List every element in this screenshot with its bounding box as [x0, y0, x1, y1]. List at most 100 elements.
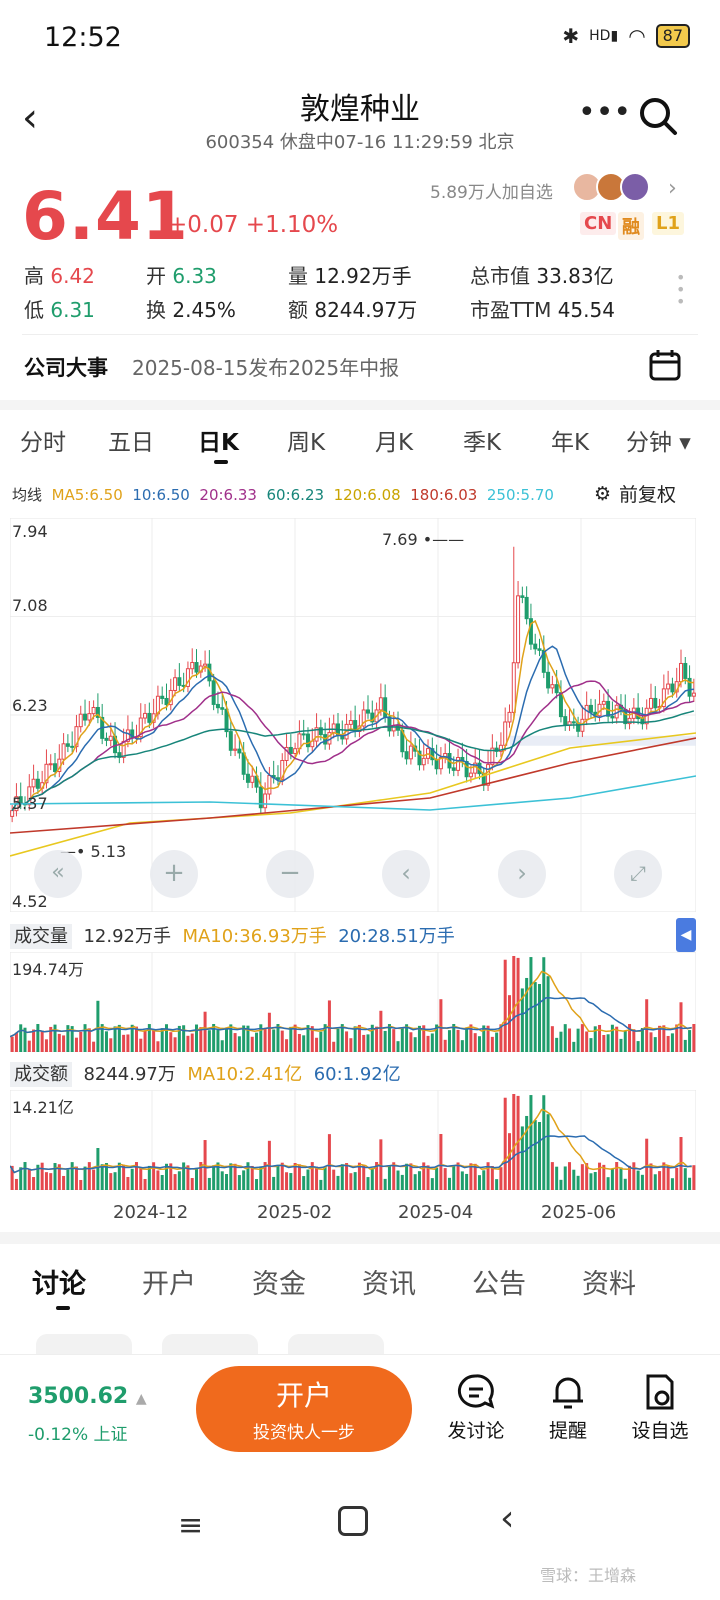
alert-button[interactable]: 提醒 [528, 1372, 608, 1443]
volume-bar [525, 1115, 529, 1190]
candle [160, 695, 165, 699]
index-change[interactable]: -0.12% 上证 [28, 1420, 128, 1445]
back-nav-icon[interactable]: ‹ [500, 1498, 514, 1539]
volume-bar [62, 1035, 66, 1052]
stat-volume: 量 12.92万手 [288, 264, 412, 288]
volume-bar [477, 1036, 481, 1052]
volume-bar [593, 1172, 597, 1190]
tab-profile[interactable]: 资料 [582, 1262, 636, 1301]
volume-bar [160, 1175, 164, 1190]
volume-legend[interactable]: 成交量 12.92万手 MA10:36.93万手 20:28.51万手 [10, 922, 455, 949]
candle [263, 793, 268, 809]
expand-stats-icon[interactable]: • • • [676, 270, 685, 310]
calendar-icon[interactable] [648, 348, 682, 386]
tab-daily[interactable]: 日K [198, 423, 239, 457]
rewind-button[interactable]: « [34, 850, 82, 898]
ma-line-10 [11, 645, 694, 812]
volume-bar [276, 1164, 280, 1190]
candle [194, 662, 199, 673]
add-watchlist-button[interactable]: 设自选 [620, 1372, 700, 1443]
volume-chart[interactable] [10, 952, 696, 1052]
volume-bar [14, 1178, 18, 1190]
volume-bar [688, 1177, 692, 1190]
tab-funds[interactable]: 资金 [252, 1262, 306, 1301]
ma-legend[interactable]: 均线 MA5:6.50 10:6.50 20:6.33 60:6.23 120:… [12, 484, 554, 505]
tag-cn[interactable]: CN [580, 212, 617, 235]
open-account-button[interactable]: 开户 投资快人一步 [196, 1366, 412, 1452]
zoom-out-button[interactable]: − [266, 850, 314, 898]
volume-bar [533, 982, 537, 1052]
volume-bar [113, 1172, 117, 1190]
volume-bar [259, 1167, 263, 1190]
candle [288, 746, 293, 754]
candle [53, 763, 58, 772]
volume-bar [152, 1029, 156, 1052]
chevron-right-icon[interactable]: › [668, 176, 677, 201]
amount-legend[interactable]: 成交额 8244.97万 MA10:2.41亿 60:1.92亿 [10, 1060, 401, 1087]
tab-monthly[interactable]: 月K [375, 423, 413, 457]
volume-bar [610, 1024, 614, 1052]
volume-ma20 [10, 1135, 692, 1174]
index-value[interactable]: 3500.62 ▲ [28, 1384, 147, 1409]
avatar [620, 172, 650, 202]
menu-icon[interactable]: ≡ [178, 1508, 203, 1543]
tab-5day[interactable]: 五日 [108, 423, 154, 457]
tab-quarterly[interactable]: 季K [463, 423, 501, 457]
volume-max-label: 194.74万 [12, 960, 84, 979]
volume-bar [156, 1170, 160, 1190]
volume-bar [353, 1172, 357, 1190]
tab-intraday[interactable]: 分时 [20, 423, 66, 457]
adjust-setting[interactable]: ⚙ 前复权 [594, 480, 676, 507]
zoom-in-button[interactable]: + [150, 850, 198, 898]
volume-bar [336, 1175, 340, 1190]
candle [678, 662, 683, 683]
scroll-left-button[interactable]: ‹ [382, 850, 430, 898]
volume-bar [490, 1166, 494, 1190]
follower-avatars[interactable] [572, 172, 650, 202]
volume-bar [435, 1167, 439, 1190]
volume-bar [572, 1041, 576, 1052]
tab-account[interactable]: 开户 [142, 1262, 196, 1301]
tab-minute[interactable]: 分钟 ▾ [626, 423, 691, 457]
scroll-right-button[interactable]: › [498, 850, 546, 898]
post-discussion-button[interactable]: 发讨论 [436, 1372, 516, 1443]
volume-bar [465, 1027, 469, 1052]
settings-icon: ⚙ [594, 482, 612, 505]
y-tick: 5.37 [12, 794, 48, 813]
tag-margin[interactable]: 融 [618, 212, 644, 240]
filter-chip[interactable] [288, 1334, 384, 1356]
amount-chart[interactable] [10, 1090, 696, 1190]
volume-bar [126, 1176, 130, 1190]
volume-bar [375, 1026, 379, 1052]
volume-bar [139, 1038, 143, 1052]
volume-ma10 [10, 970, 692, 1038]
event-text[interactable]: 2025-08-15发布2025年中报 [132, 352, 399, 381]
followers-count[interactable]: 5.89万人加自选 [430, 178, 553, 203]
volume-bar [83, 1166, 87, 1190]
home-icon[interactable] [338, 1506, 368, 1536]
collapse-panel-button[interactable]: ◀ [676, 918, 696, 952]
volume-bar [220, 1040, 224, 1052]
fullscreen-icon[interactable]: ⤢ [614, 850, 662, 898]
x-tick: 2025-06 [541, 1202, 617, 1223]
volume-bar [40, 1162, 44, 1190]
volume-bar [87, 1162, 91, 1190]
volume-bar [400, 1174, 404, 1190]
filter-chip[interactable] [36, 1334, 132, 1356]
volume-bar [237, 1036, 241, 1052]
tab-discussion[interactable]: 讨论 [32, 1262, 86, 1301]
filter-chip[interactable] [162, 1334, 258, 1356]
tag-l1[interactable]: L1 [652, 212, 684, 235]
tab-weekly[interactable]: 周K [287, 423, 325, 457]
tab-yearly[interactable]: 年K [551, 423, 589, 457]
volume-bar [14, 1032, 18, 1052]
search-icon[interactable] [636, 94, 680, 142]
tab-announcements[interactable]: 公告 [472, 1262, 526, 1301]
volume-bar [456, 1162, 460, 1190]
volume-bar [302, 1176, 306, 1190]
more-icon[interactable]: ••• [578, 95, 631, 130]
volume-bar [636, 1170, 640, 1190]
volume-bar [332, 1041, 336, 1052]
tab-news[interactable]: 资讯 [362, 1262, 416, 1301]
volume-bar [177, 1171, 181, 1190]
